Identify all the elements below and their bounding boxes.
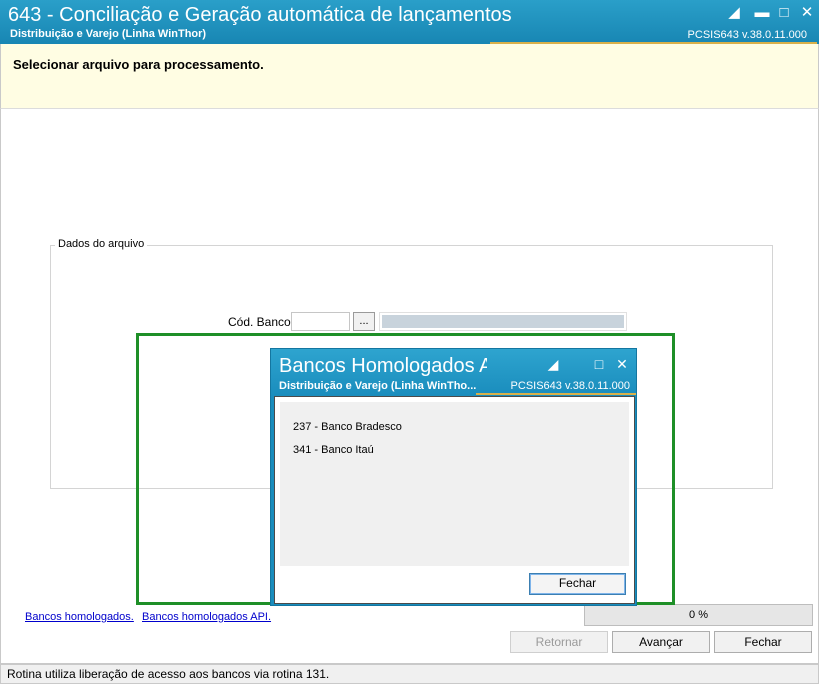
- bank-list: 237 - Banco Bradesco 341 - Banco Itaú: [280, 402, 629, 566]
- bancos-homologados-api-link[interactable]: Bancos homologados API.: [142, 611, 271, 623]
- dialog-restore-icon[interactable]: ◢: [543, 355, 563, 373]
- dialog-body: 237 - Banco Bradesco 341 - Banco Itaú Fe…: [274, 396, 635, 604]
- dialog-version: PCSIS643 v.38.0.11.000: [510, 380, 630, 392]
- header-band: Selecionar arquivo para processamento.: [0, 44, 819, 108]
- cod-banco-browse-button[interactable]: ...: [353, 312, 375, 331]
- dialog-accent-line: [476, 393, 636, 395]
- fechar-button[interactable]: Fechar: [714, 631, 812, 653]
- avancar-button[interactable]: Avançar: [612, 631, 710, 653]
- cod-banco-input[interactable]: [291, 312, 350, 331]
- main-title-bar: 643 - Conciliação e Geração automática d…: [0, 0, 819, 44]
- dialog-fechar-button[interactable]: Fechar: [529, 573, 626, 595]
- window-title: 643 - Conciliação e Geração automática d…: [8, 4, 512, 26]
- dialog-title-bar: Bancos Homologados API Distribuição e Va…: [271, 349, 636, 395]
- retornar-button[interactable]: Retornar: [510, 631, 608, 653]
- dialog-subtitle: Distribuição e Varejo (Linha WinTho...: [279, 380, 477, 392]
- minimize-icon[interactable]: ▬: [751, 3, 773, 23]
- bancos-homologados-dialog: Bancos Homologados API Distribuição e Va…: [270, 348, 637, 606]
- window-subtitle: Distribuição e Varejo (Linha WinThor): [10, 28, 207, 40]
- page-heading: Selecionar arquivo para processamento.: [13, 57, 264, 72]
- window-version: PCSIS643 v.38.0.11.000: [687, 29, 807, 41]
- maximize-icon[interactable]: □: [773, 3, 795, 23]
- dialog-maximize-icon[interactable]: □: [589, 355, 609, 373]
- bancos-homologados-link[interactable]: Bancos homologados.: [25, 611, 134, 623]
- list-item[interactable]: 237 - Banco Bradesco: [293, 421, 402, 433]
- cod-banco-label: Cód. Banco:: [228, 315, 295, 329]
- group-legend: Dados do arquivo: [55, 238, 148, 250]
- status-bar: Rotina utiliza liberação de acesso aos b…: [0, 664, 819, 684]
- progress-bar: 0 %: [584, 604, 813, 626]
- bank-name-field: [379, 312, 627, 331]
- dialog-close-icon[interactable]: ✕: [612, 355, 632, 373]
- bank-name-fill: [382, 315, 624, 328]
- close-icon[interactable]: ✕: [796, 3, 818, 23]
- list-item[interactable]: 341 - Banco Itaú: [293, 444, 374, 456]
- restore-icon[interactable]: ◢: [723, 3, 745, 23]
- dialog-title: Bancos Homologados API: [279, 355, 487, 377]
